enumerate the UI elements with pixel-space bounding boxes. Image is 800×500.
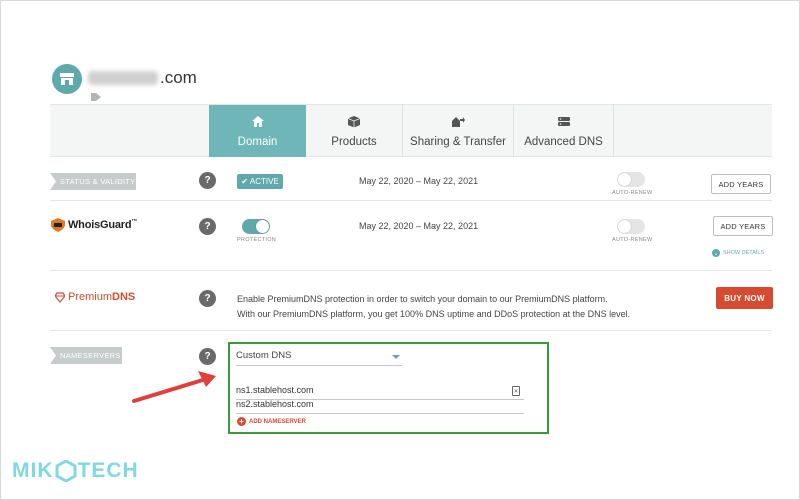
show-details-link[interactable]: ⌄ SHOW DETAILS — [712, 249, 764, 257]
protection-toggle[interactable] — [242, 219, 270, 234]
premiumdns-help-icon[interactable]: ? — [199, 290, 216, 307]
caret-down-icon — [392, 355, 400, 359]
annotation-arrow-icon — [132, 371, 216, 403]
whoisguard-add-years-button[interactable]: ADD YEARS — [713, 216, 773, 236]
status-help-icon[interactable]: ? — [199, 172, 216, 189]
diamond-icon — [55, 291, 65, 303]
status-dates: May 22, 2020 – May 22, 2021 — [359, 176, 479, 186]
protection-caption: PROTECTION — [237, 237, 277, 243]
dns-type-select[interactable]: Custom DNS — [236, 350, 402, 366]
tab-domain-label: Domain — [237, 136, 278, 148]
tag-icon[interactable] — [90, 92, 102, 102]
buy-now-button[interactable]: BUY NOW — [716, 287, 773, 309]
tab-sharing-label: Sharing & Transfer — [410, 136, 506, 148]
row-divider — [50, 330, 772, 331]
whoisguard-auto-renew-toggle[interactable] — [617, 219, 645, 234]
share-icon — [452, 117, 465, 127]
store-icon — [52, 64, 82, 94]
domain-tabs: Domain Products Sharing & Transfer Advan… — [50, 104, 772, 157]
plus-circle-icon: + — [237, 417, 246, 426]
nameservers-help-icon[interactable]: ? — [199, 348, 216, 365]
tab-products-label: Products — [331, 136, 377, 148]
show-details-label: SHOW DETAILS — [723, 250, 765, 256]
status-badge-label: ACTIVE — [249, 177, 279, 186]
status-validity-label: STATUS & VALIDITY — [50, 173, 136, 190]
auto-renew-caption: AUTO-RENEW — [612, 190, 653, 196]
premiumdns-brand: PremiumDNS — [68, 291, 136, 303]
toggle-knob — [256, 220, 269, 233]
row-divider — [50, 200, 772, 201]
nameserver-1-input[interactable]: ns1.stablehost.com ✕ — [236, 385, 524, 400]
whoisguard-help-icon[interactable]: ? — [199, 218, 216, 235]
premiumdns-logo: PremiumDNS — [55, 291, 135, 303]
tab-dns-label: Advanced DNS — [524, 136, 603, 148]
domain-suffix: .com — [160, 68, 197, 87]
tab-domain[interactable]: Domain — [209, 105, 306, 157]
toggle-knob — [618, 173, 631, 186]
domain-name: .com — [88, 66, 197, 90]
box-icon — [347, 116, 361, 128]
tab-products[interactable]: Products — [306, 105, 403, 157]
premiumdns-description: Enable PremiumDNS protection in order to… — [237, 292, 630, 322]
tab-sharing-transfer[interactable]: Sharing & Transfer — [403, 105, 514, 157]
nameserver-1-value: ns1.stablehost.com — [236, 385, 314, 395]
tab-advanced-dns[interactable]: Advanced DNS — [514, 105, 614, 157]
auto-renew-toggle[interactable] — [617, 172, 645, 187]
watermark-logo: MIK TECH — [12, 459, 139, 482]
nameserver-2-value: ns2.stablehost.com — [236, 399, 314, 409]
whoisguard-icon — [51, 218, 65, 232]
chevron-down-icon: ⌄ — [712, 249, 720, 257]
toggle-knob — [618, 220, 631, 233]
nameservers-label: NAMESERVERS — [50, 347, 122, 364]
status-badge: ✔ ACTIVE — [237, 174, 283, 189]
whoisguard-logo: WhoisGuard™ — [50, 218, 137, 232]
premiumdns-desc-line1: Enable PremiumDNS protection in order to… — [237, 294, 608, 304]
redacted-domain — [88, 71, 158, 85]
home-icon — [251, 116, 264, 127]
add-nameserver-button[interactable]: + ADD NAMESERVER — [237, 417, 306, 426]
whoisguard-dates: May 22, 2020 – May 22, 2021 — [359, 221, 479, 231]
premiumdns-desc-line2: With our PremiumDNS platform, you get 10… — [237, 309, 631, 319]
hexagon-icon — [55, 460, 76, 482]
add-years-button[interactable]: ADD YEARS — [711, 174, 771, 194]
remove-field-icon[interactable]: ✕ — [512, 386, 520, 396]
whoisguard-auto-renew-caption: AUTO-RENEW — [612, 237, 653, 243]
whoisguard-brand: WhoisGuard™ — [68, 219, 138, 231]
add-nameserver-label: ADD NAMESERVER — [249, 418, 306, 425]
check-icon: ✔ — [241, 177, 248, 186]
dns-icon — [557, 117, 570, 126]
dns-type-selected: Custom DNS — [236, 350, 292, 361]
row-divider — [50, 270, 772, 271]
nameserver-2-input[interactable]: ns2.stablehost.com — [236, 399, 524, 414]
